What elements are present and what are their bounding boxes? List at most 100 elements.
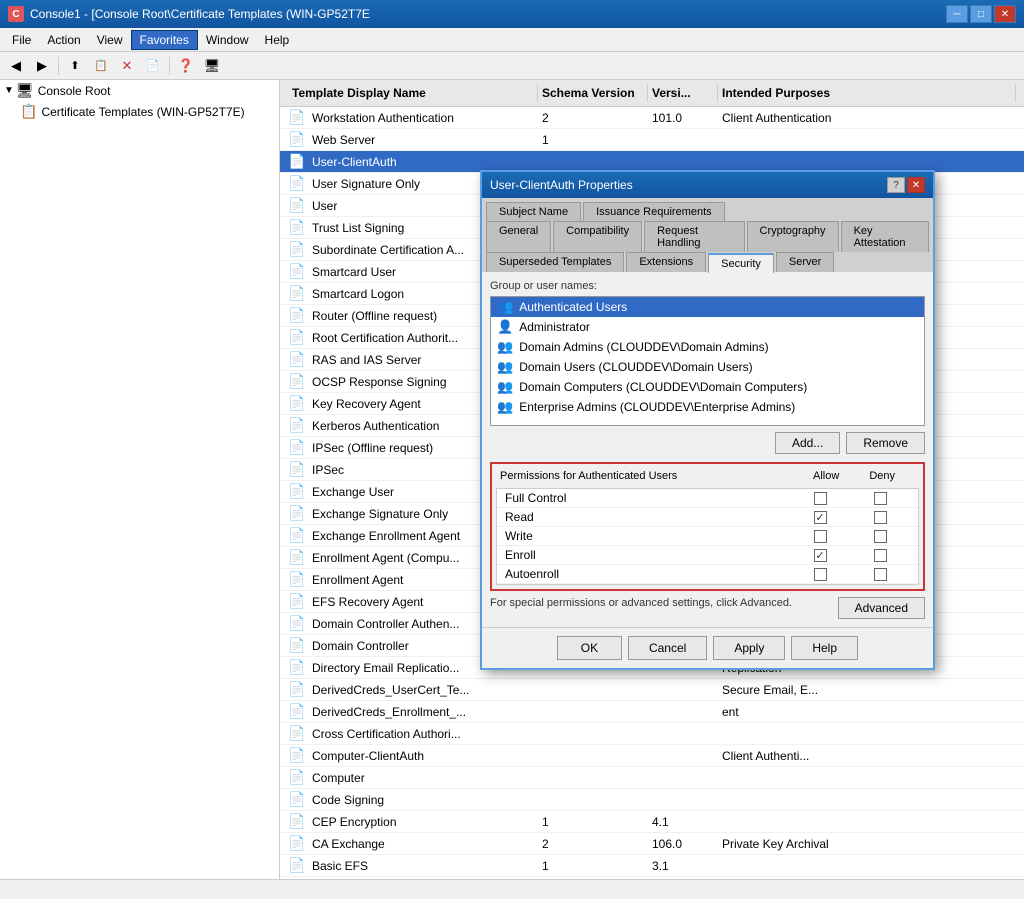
row-icon: 📄 (288, 285, 308, 302)
table-row[interactable]: 📄 DerivedCreds_UserCert_Te... Secure Ema… (280, 679, 1024, 701)
table-row[interactable]: 📄 Web Server 1 (280, 129, 1024, 151)
tab-compatibility[interactable]: Compatibility (553, 221, 642, 252)
console-root-label: Console Root (38, 84, 111, 98)
perm-allow-checkbox[interactable] (814, 492, 827, 505)
allow-label: Allow (813, 470, 839, 482)
user-item[interactable]: 👥Authenticated Users (491, 297, 924, 317)
modal-bottom-buttons: OK Cancel Apply Help (482, 627, 933, 668)
tab-key-attestation[interactable]: Key Attestation (841, 221, 929, 252)
table-row[interactable]: 📄 Code Signing (280, 789, 1024, 811)
tree-console-root[interactable]: ▼ 🖥 Console Root (0, 80, 279, 101)
perm-name: Full Control (505, 491, 790, 505)
perm-deny-checkbox[interactable] (874, 568, 887, 581)
delete-button[interactable]: ✕ (115, 55, 139, 77)
tab-extensions[interactable]: Extensions (626, 252, 706, 272)
modal-help-icon[interactable]: ? (887, 177, 905, 193)
tab-request-handling[interactable]: Request Handling (644, 221, 744, 252)
table-row[interactable]: 📄 CA Exchange 2 106.0 Private Key Archiv… (280, 833, 1024, 855)
menu-favorites[interactable]: Favorites (131, 30, 198, 50)
forward-button[interactable]: ▶ (30, 55, 54, 77)
remove-user-button[interactable]: Remove (846, 432, 925, 454)
row-icon: 📄 (288, 527, 308, 544)
row-icon: 📄 (288, 703, 308, 720)
tab-issuance-requirements[interactable]: Issuance Requirements (583, 202, 725, 221)
cancel-button[interactable]: Cancel (628, 636, 707, 660)
modal-controls[interactable]: ? ✕ (887, 177, 925, 193)
table-row[interactable]: 📄 DerivedCreds_Enrollment_... ent (280, 701, 1024, 723)
toolbar: ◀ ▶ ⬆ 📋 ✕ 📄 ❓ 🖥 (0, 52, 1024, 80)
help-dialog-button[interactable]: Help (791, 636, 858, 660)
menu-file[interactable]: File (4, 31, 39, 49)
apply-button[interactable]: Apply (713, 636, 785, 660)
row-icon: 📄 (288, 505, 308, 522)
perm-row: Enroll (497, 546, 918, 565)
perm-name: Write (505, 529, 790, 543)
menu-window[interactable]: Window (198, 31, 257, 49)
close-button[interactable]: ✕ (994, 5, 1016, 23)
tab-subject-name[interactable]: Subject Name (486, 202, 581, 221)
perm-allow-checkbox[interactable] (814, 568, 827, 581)
tab-server[interactable]: Server (776, 252, 834, 272)
row-schema: 2 (542, 111, 652, 125)
back-button[interactable]: ◀ (4, 55, 28, 77)
menu-action[interactable]: Action (39, 31, 88, 49)
user-item[interactable]: 👥Domain Users (CLOUDDEV\Domain Users) (491, 357, 924, 377)
maximize-button[interactable]: □ (970, 5, 992, 23)
perm-deny-checkbox[interactable] (874, 492, 887, 505)
minimize-button[interactable]: ─ (946, 5, 968, 23)
col-header-version[interactable]: Versi... (648, 84, 718, 102)
perm-deny-checkbox[interactable] (874, 530, 887, 543)
tab-general[interactable]: General (486, 221, 551, 252)
tree-cert-templates[interactable]: 📋 Certificate Templates (WIN-GP52T7E) (0, 101, 279, 122)
user-item[interactable]: 👥Enterprise Admins (CLOUDDEV\Enterprise … (491, 397, 924, 417)
row-icon: 📄 (288, 813, 308, 830)
user-item[interactable]: 👥Domain Computers (CLOUDDEV\Domain Compu… (491, 377, 924, 397)
perm-allow-checkbox[interactable] (814, 511, 827, 524)
title-bar-controls[interactable]: ─ □ ✕ (946, 5, 1016, 23)
row-icon: 📄 (288, 263, 308, 280)
col-header-name[interactable]: Template Display Name (288, 84, 538, 102)
perm-name: Read (505, 510, 790, 524)
advanced-button[interactable]: Advanced (838, 597, 925, 619)
table-row[interactable]: 📄 Cross Certification Authori... (280, 723, 1024, 745)
group-users-label: Group or user names: (490, 280, 925, 292)
table-row[interactable]: 📄 Basic EFS 1 3.1 (280, 855, 1024, 877)
row-purpose: Private Key Archival (722, 837, 1016, 851)
show-hide-button[interactable]: 📋 (89, 55, 113, 77)
refresh-button[interactable]: ⬆ (63, 55, 87, 77)
perm-deny-checkbox[interactable] (874, 549, 887, 562)
tab-security[interactable]: Security (708, 253, 774, 273)
table-row[interactable]: 📄 Computer (280, 767, 1024, 789)
table-row[interactable]: 📄 Workstation Authentication 2 101.0 Cli… (280, 107, 1024, 129)
row-name: Code Signing (312, 793, 542, 807)
menu-view[interactable]: View (89, 31, 131, 49)
perm-allow-checkbox[interactable] (814, 549, 827, 562)
help-button[interactable]: ❓ (174, 55, 198, 77)
user-name: Domain Users (CLOUDDEV\Domain Users) (519, 360, 752, 374)
perm-deny-checkbox[interactable] (874, 511, 887, 524)
perm-allow-checkbox[interactable] (814, 530, 827, 543)
computer-button[interactable]: 🖥 (200, 55, 224, 77)
col-header-purpose[interactable]: Intended Purposes (718, 84, 1016, 102)
user-name: Domain Admins (CLOUDDEV\Domain Admins) (519, 340, 768, 354)
user-item[interactable]: 👥Domain Admins (CLOUDDEV\Domain Admins) (491, 337, 924, 357)
user-item[interactable]: 👤Administrator (491, 317, 924, 337)
status-bar (0, 879, 1024, 899)
menu-help[interactable]: Help (257, 31, 298, 49)
col-header-schema[interactable]: Schema Version (538, 84, 648, 102)
table-row[interactable]: 📄 CEP Encryption 1 4.1 (280, 811, 1024, 833)
console-root-icon: 🖥 (16, 82, 34, 99)
tab-superseded-templates[interactable]: Superseded Templates (486, 252, 624, 272)
add-user-button[interactable]: Add... (775, 432, 840, 454)
table-header: Template Display Name Schema Version Ver… (280, 80, 1024, 107)
user-list[interactable]: 👥Authenticated Users👤Administrator👥Domai… (490, 296, 925, 426)
properties-button[interactable]: 📄 (141, 55, 165, 77)
modal-close-button[interactable]: ✕ (907, 177, 925, 193)
tab-cryptography[interactable]: Cryptography (747, 221, 839, 252)
perm-deny-checkbox-col (850, 492, 910, 505)
table-row[interactable]: 📄 Computer-ClientAuth Client Authenti... (280, 745, 1024, 767)
ok-button[interactable]: OK (557, 636, 622, 660)
row-name: DerivedCreds_UserCert_Te... (312, 683, 542, 697)
user-icon: 👤 (497, 319, 513, 335)
row-icon: 📄 (288, 219, 308, 236)
